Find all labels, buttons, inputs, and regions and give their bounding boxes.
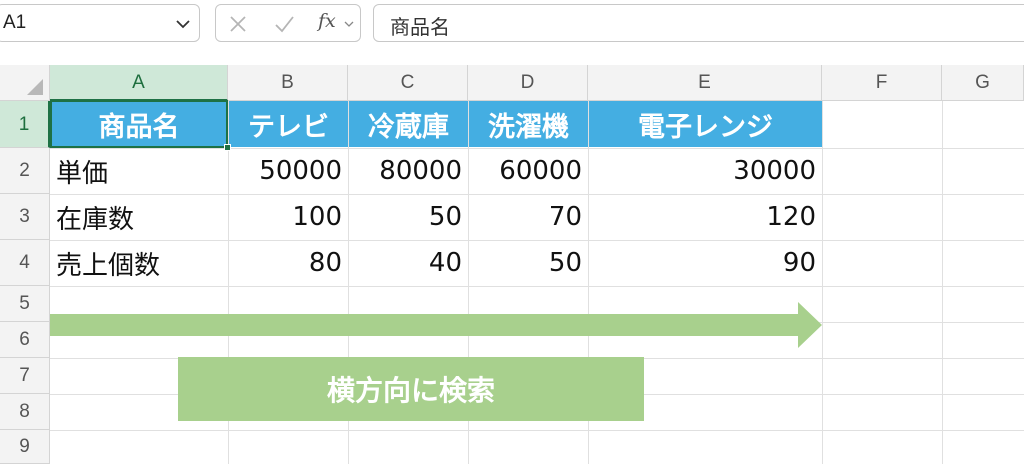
table-cell[interactable]: 売上個数 bbox=[50, 240, 228, 286]
right-arrow-icon bbox=[50, 302, 822, 348]
active-cell-border bbox=[50, 100, 228, 148]
row-header-6[interactable]: 6 bbox=[0, 322, 50, 358]
table-cell[interactable]: 70 bbox=[468, 194, 588, 240]
chevron-down-icon[interactable] bbox=[175, 16, 191, 32]
row-header-7[interactable]: 7 bbox=[0, 358, 50, 394]
column-header-c[interactable]: C bbox=[348, 65, 468, 101]
name-box[interactable]: A1 bbox=[0, 4, 200, 42]
chevron-down-icon[interactable] bbox=[344, 19, 354, 29]
table-header-cell[interactable]: 電子レンジ bbox=[589, 101, 822, 147]
gridline bbox=[50, 286, 1024, 287]
table-cell[interactable]: 50 bbox=[348, 194, 468, 240]
name-box-value[interactable]: A1 bbox=[3, 12, 26, 34]
row-header-9[interactable]: 9 bbox=[0, 430, 50, 464]
row-header-3[interactable]: 3 bbox=[0, 194, 50, 240]
table-cell[interactable]: 40 bbox=[348, 240, 468, 286]
row-header-4[interactable]: 4 bbox=[0, 240, 50, 286]
formula-buttons: fx bbox=[215, 4, 361, 42]
table-cell[interactable]: 在庫数 bbox=[50, 194, 228, 240]
column-header-f[interactable]: F bbox=[822, 65, 942, 101]
table-cell[interactable]: 80 bbox=[228, 240, 348, 286]
table-cell[interactable]: 120 bbox=[588, 194, 822, 240]
confirm-icon[interactable] bbox=[274, 14, 294, 34]
table-cell[interactable]: 90 bbox=[588, 240, 822, 286]
table-cell[interactable]: 80000 bbox=[348, 148, 468, 194]
select-all-icon bbox=[27, 79, 43, 95]
gridline bbox=[50, 430, 1024, 431]
spreadsheet-grid: A B C D E F G 1 2 3 4 5 6 7 8 9 商品名 テレビ … bbox=[0, 65, 1024, 464]
column-header-b[interactable]: B bbox=[228, 65, 348, 101]
formula-bar: A1 fx 商品名 bbox=[0, 0, 1024, 50]
table-cell[interactable]: 60000 bbox=[468, 148, 588, 194]
search-direction-label: 横方向に検索 bbox=[178, 357, 644, 421]
formula-input[interactable]: 商品名 bbox=[373, 4, 1024, 42]
table-header-cell[interactable]: 洗濯機 bbox=[469, 101, 588, 147]
table-header-cell[interactable]: テレビ bbox=[229, 101, 348, 147]
gridline bbox=[822, 101, 823, 464]
table-cell[interactable]: 100 bbox=[228, 194, 348, 240]
table-cell[interactable]: 30000 bbox=[588, 148, 822, 194]
table-header-cell[interactable]: 冷蔵庫 bbox=[349, 101, 468, 147]
gridline bbox=[942, 101, 943, 464]
select-all-button[interactable] bbox=[0, 65, 50, 101]
row-header-8[interactable]: 8 bbox=[0, 394, 50, 430]
row-header-5[interactable]: 5 bbox=[0, 286, 50, 322]
table-cell[interactable]: 50000 bbox=[228, 148, 348, 194]
column-header-g[interactable]: G bbox=[942, 65, 1024, 101]
insert-function-button[interactable]: fx bbox=[318, 10, 336, 32]
formula-value[interactable]: 商品名 bbox=[390, 11, 450, 40]
table-cell[interactable]: 単価 bbox=[50, 148, 228, 194]
row-header-2[interactable]: 2 bbox=[0, 148, 50, 194]
row-header-1[interactable]: 1 bbox=[0, 101, 50, 148]
fill-handle[interactable] bbox=[224, 144, 231, 151]
cancel-icon[interactable] bbox=[228, 14, 248, 34]
table-cell[interactable]: 50 bbox=[468, 240, 588, 286]
column-header-e[interactable]: E bbox=[588, 65, 822, 101]
column-header-d[interactable]: D bbox=[468, 65, 588, 101]
column-header-a[interactable]: A bbox=[50, 65, 228, 101]
